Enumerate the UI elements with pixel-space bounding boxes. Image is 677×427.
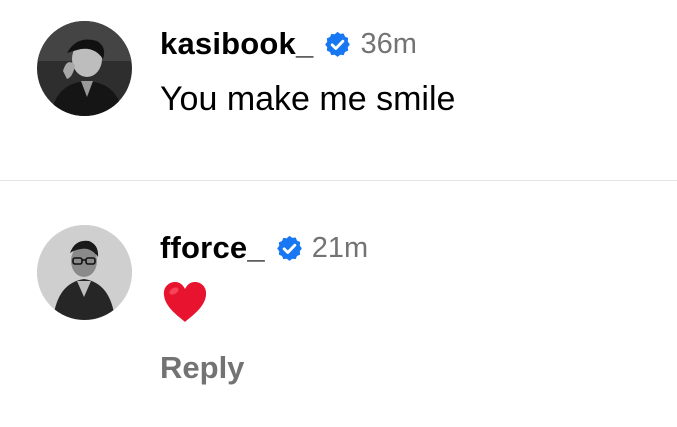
comment-header: fforce_ 21m <box>160 228 368 268</box>
username[interactable]: kasibook_ <box>160 26 313 62</box>
verified-badge-icon <box>323 30 352 59</box>
verified-badge-icon <box>275 234 304 263</box>
red-heart-icon <box>161 280 209 324</box>
reply-button[interactable]: Reply <box>160 350 244 386</box>
avatar[interactable] <box>37 225 132 320</box>
comment-header: kasibook_ 36m <box>160 24 417 64</box>
comment-item: kasibook_ 36m You make me smile <box>0 0 677 181</box>
user-avatar-photo-icon <box>37 21 132 116</box>
comment-thread: kasibook_ 36m You make me smile fforce_ … <box>0 0 677 427</box>
avatar[interactable] <box>37 21 132 116</box>
user-avatar-photo-icon <box>37 225 132 320</box>
timestamp: 36m <box>360 27 417 60</box>
username[interactable]: fforce_ <box>160 230 265 266</box>
comment-text: You make me smile <box>160 80 456 118</box>
comment-item: fforce_ 21m Reply <box>0 181 677 427</box>
timestamp: 21m <box>311 231 369 264</box>
